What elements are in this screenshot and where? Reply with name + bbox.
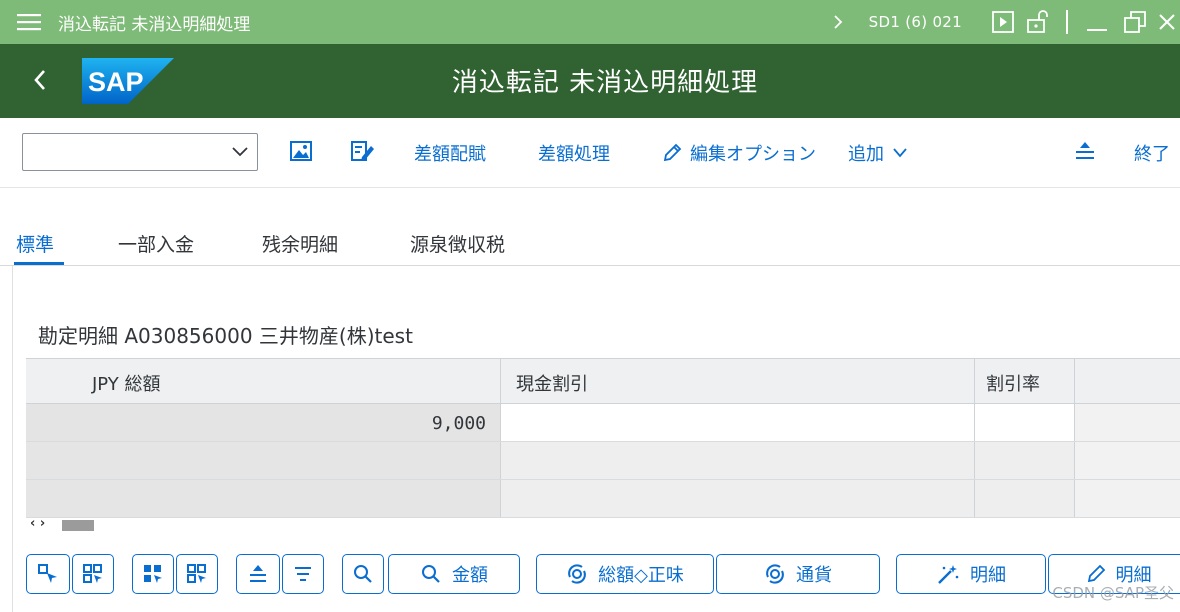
overflow-lines-icon[interactable] [1072, 138, 1098, 164]
select-grid-icon [83, 564, 102, 583]
minimize-icon[interactable] [1078, 0, 1116, 44]
cell-discount [500, 442, 974, 479]
cell-empty [1074, 404, 1180, 441]
window-title: 消込転記 未消込明細処理 [58, 14, 251, 35]
column-divider [974, 359, 975, 405]
gross-net-label: 総額◇正味 [598, 565, 684, 586]
select-cursor-icon [38, 564, 57, 583]
tab-residual-items[interactable]: 残余明細 [262, 230, 338, 257]
search-amount-button[interactable]: 金額 [388, 554, 520, 594]
add-menu-button[interactable]: 追加 [848, 140, 908, 166]
account-items-heading: 勘定明細 A030856000 三井物産(株)test [38, 324, 413, 348]
window-title-bar: 消込転記 未消込明細処理 SD1 (6) 021 [0, 0, 1180, 44]
gross-amount-value: 9,000 [431, 413, 486, 434]
table-row[interactable]: 9,000 [26, 404, 1180, 442]
cell-empty [1074, 442, 1180, 479]
restore-icon[interactable] [1116, 0, 1154, 44]
pencil-icon [1087, 564, 1105, 583]
cell-rate [974, 480, 1074, 517]
cell-discount-input[interactable] [500, 404, 974, 441]
cell-rate [974, 442, 1074, 479]
image-icon[interactable] [288, 138, 314, 164]
command-field[interactable] [22, 133, 258, 171]
pencil-icon [662, 143, 682, 163]
application-toolbar: 差額配賦 差額処理 編集オプション 追加 終了 [0, 118, 1180, 188]
cell-empty [1074, 480, 1180, 517]
currency-cycle-icon [766, 564, 784, 584]
chevron-right-icon[interactable] [827, 0, 849, 44]
filter-lines-icon [295, 567, 311, 581]
shell-header: SAP 消込転記 未消込明細処理 [0, 44, 1180, 118]
panel-border [12, 266, 13, 612]
diff-postpone-button[interactable]: 差額配賦 [414, 140, 486, 166]
cell-gross: 9,000 [26, 404, 500, 441]
tab-standard[interactable]: 標準 [16, 230, 54, 257]
sap-window: 消込転記 未消込明細処理 SD1 (6) 021 SAP 消込転記 未消込明細処… [0, 0, 1180, 612]
cell-discount [500, 480, 974, 517]
magic-wand-icon [938, 565, 959, 584]
column-divider [500, 359, 501, 405]
column-divider [1074, 359, 1075, 405]
cell-gross [26, 442, 500, 479]
scrollbar-thumb[interactable] [62, 520, 94, 531]
chevron-down-icon[interactable] [231, 144, 249, 164]
grid-filled-icon [144, 565, 162, 583]
tab-partial-payment[interactable]: 一部入金 [118, 230, 194, 257]
column-header-rate[interactable]: 割引率 [986, 370, 1040, 396]
system-info: SD1 (6) 021 [868, 13, 962, 31]
divider [1056, 0, 1078, 44]
chevron-down-icon [892, 146, 908, 160]
grid-outline-icon [187, 564, 206, 583]
column-header-discount[interactable]: 現金割引 [516, 370, 588, 396]
search-button[interactable] [342, 554, 384, 594]
table-row[interactable] [26, 442, 1180, 480]
select-block-button[interactable] [72, 554, 114, 594]
edit-options-label: 編集オプション [690, 144, 816, 165]
search-icon [422, 565, 440, 583]
create-detail-button[interactable]: 明細 [896, 554, 1046, 594]
search-amount-label: 金額 [452, 565, 488, 586]
watermark-text: CSDN @SAP圣父 [1052, 584, 1174, 602]
currency-label: 通貨 [796, 565, 832, 586]
cell-rate-input[interactable] [974, 404, 1074, 441]
deactivate-items-button[interactable] [176, 554, 218, 594]
tab-strip: 標準 一部入金 残余明細 源泉徴収税 [0, 226, 1180, 266]
scroll-arrows-icon[interactable]: ‹ › [30, 516, 45, 531]
edit-document-icon[interactable] [350, 138, 376, 164]
unlock-icon[interactable] [1020, 0, 1056, 44]
tab-withholding-tax[interactable]: 源泉徴収税 [410, 230, 505, 257]
open-items-table: JPY 総額 現金割引 割引率 9,000 [26, 358, 1180, 518]
column-header-gross[interactable]: JPY 総額 [92, 370, 160, 396]
hamburger-icon[interactable] [0, 0, 58, 44]
page-title: 消込転記 未消込明細処理 [451, 68, 759, 98]
currency-button[interactable]: 通貨 [716, 554, 880, 594]
exit-button[interactable]: 終了 [1134, 140, 1170, 166]
search-icon [354, 565, 372, 583]
add-menu-label: 追加 [848, 144, 884, 165]
sort-ascending-icon [250, 565, 266, 582]
horizontal-scrollbar[interactable]: ‹ › [26, 516, 1180, 535]
edit-options-button[interactable]: 編集オプション [662, 140, 816, 166]
close-icon[interactable] [1154, 0, 1180, 44]
table-header: JPY 総額 現金割引 割引率 [26, 358, 1180, 405]
diff-process-button[interactable]: 差額処理 [538, 140, 610, 166]
sort-ascending-button[interactable] [236, 554, 280, 594]
create-detail-label: 明細 [970, 565, 1006, 586]
active-tab-indicator [14, 262, 64, 265]
filter-button[interactable] [282, 554, 324, 594]
cell-gross [26, 480, 500, 517]
table-row[interactable] [26, 480, 1180, 518]
select-all-button[interactable] [26, 554, 70, 594]
play-icon[interactable] [986, 0, 1020, 44]
activate-items-button[interactable] [132, 554, 174, 594]
currency-cycle-icon [568, 564, 586, 584]
gross-net-button[interactable]: 総額◇正味 [536, 554, 714, 594]
